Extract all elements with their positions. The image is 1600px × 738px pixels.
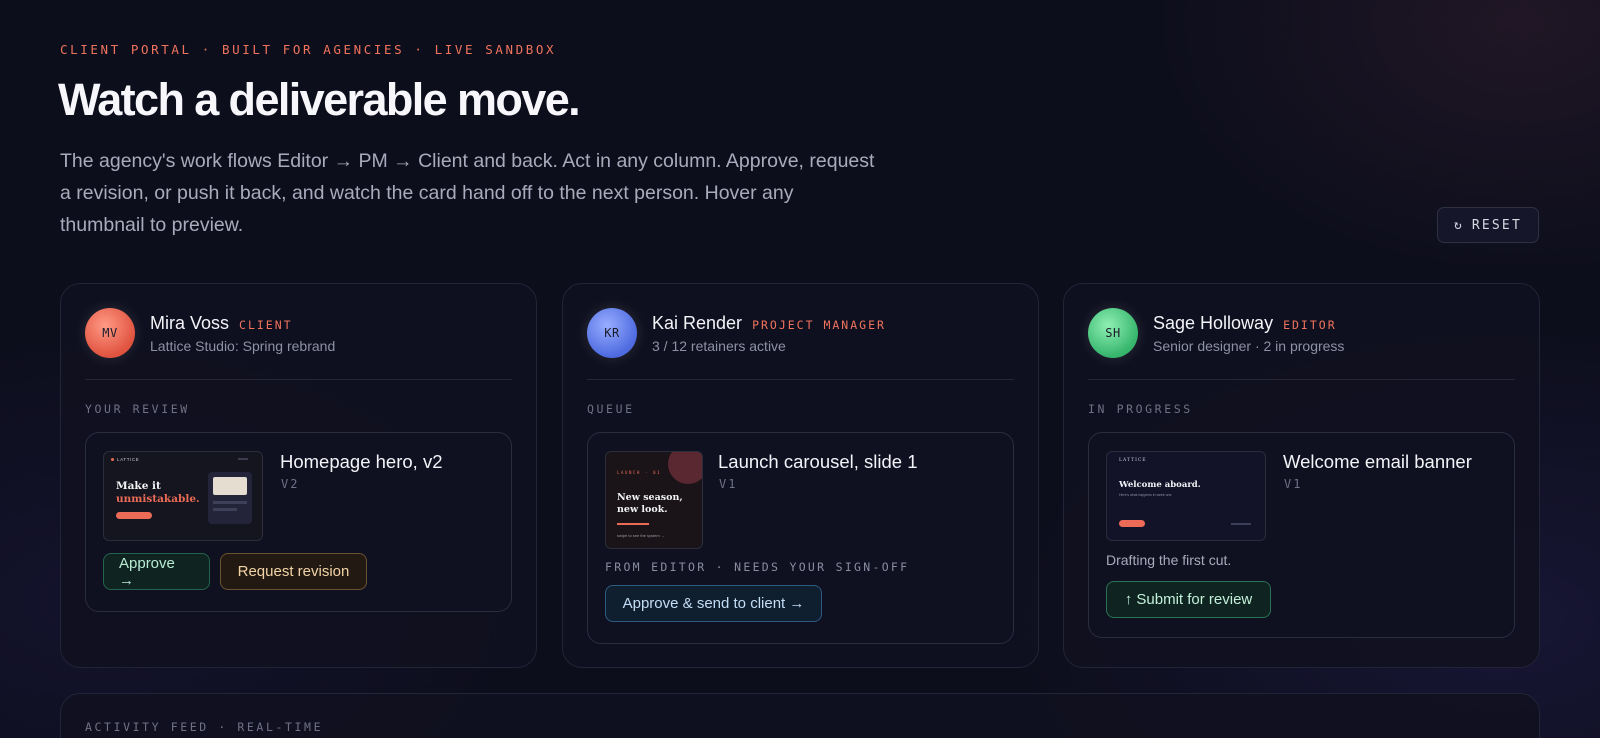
divider [85,379,512,380]
card-title: Homepage hero, v2 [280,451,443,472]
avatar: SH [1088,308,1138,358]
client-column: MV Mira Voss CLIENT Lattice Studio: Spri… [60,283,537,668]
version-label: V1 [1284,477,1303,491]
reset-button[interactable]: ↻ RESET [1437,207,1539,243]
status-text: FROM EDITOR · NEEDS YOUR SIGN-OFF [605,560,910,574]
role-badge: CLIENT [239,317,293,332]
divider [587,379,1014,380]
client-header: MV Mira Voss CLIENT Lattice Studio: Spri… [85,308,335,358]
logo-dot-icon [111,458,114,461]
editor-column: SH Sage Holloway EDITOR Senior designer … [1063,283,1540,668]
person-subtitle: 3 / 12 retainers active [652,337,786,354]
decorative-circle [668,452,702,484]
card-title: Welcome email banner [1283,451,1472,472]
activity-feed: ACTIVITY FEED · REAL-TIME [60,693,1540,738]
device-mockup [208,472,252,524]
divider [1088,379,1515,380]
deliverable-card: LATTICE Welcome aboard. Here's what happ… [1088,432,1515,638]
section-label: YOUR REVIEW [85,402,190,416]
role-badge: PROJECT MANAGER [752,317,886,332]
pm-column: KR Kai Render PROJECT MANAGER 3 / 12 ret… [562,283,1039,668]
person-name: Kai Render [652,312,743,333]
thumbnail[interactable]: LATTICE Make it unmistakable. [103,451,263,541]
page-description: The agency's work flows Editor → PM → Cl… [60,150,875,236]
thumb-cta [116,512,152,519]
thumb-cta [1119,520,1145,527]
person-name: Mira Voss [150,312,230,333]
thumbnail[interactable]: LATTICE Welcome aboard. Here's what happ… [1106,451,1266,541]
person-name: Sage Holloway [1153,312,1274,333]
reset-label: RESET [1471,217,1522,233]
section-label: QUEUE [587,402,635,416]
menu-icon [238,458,248,460]
editor-header: SH Sage Holloway EDITOR Senior designer … [1088,308,1344,358]
person-subtitle: Senior designer · 2 in progress [1153,337,1345,354]
person-subtitle: Lattice Studio: Spring rebrand [150,337,336,354]
status-note: Drafting the first cut. [1106,552,1232,568]
activity-feed-label: ACTIVITY FEED · REAL-TIME [85,720,324,734]
avatar: KR [587,308,637,358]
pm-header: KR Kai Render PROJECT MANAGER 3 / 12 ret… [587,308,886,358]
version-label: V2 [281,477,300,491]
thumbnail[interactable]: LAUNCH · 01 New season, new look. swipe t… [605,451,703,549]
card-title: Launch carousel, slide 1 [718,451,918,472]
submit-for-review-button[interactable]: ↑ Submit for review [1106,581,1271,618]
approve-send-to-client-button[interactable]: Approve & send to client → [605,585,822,622]
approve-button[interactable]: Approve → [103,553,210,590]
avatar: MV [85,308,135,358]
deliverable-card: LATTICE Make it unmistakable. Homepage he… [85,432,512,612]
role-badge: EDITOR [1283,317,1337,332]
page-title: Watch a deliverable move. [58,74,581,125]
request-revision-button[interactable]: Request revision [220,553,367,590]
section-label: IN PROGRESS [1088,402,1193,416]
deliverable-card: LAUNCH · 01 New season, new look. swipe t… [587,432,1014,644]
refresh-icon: ↻ [1454,217,1462,233]
version-label: V1 [719,477,738,491]
eyebrow: CLIENT PORTAL · BUILT FOR AGENCIES · LIV… [60,42,557,57]
